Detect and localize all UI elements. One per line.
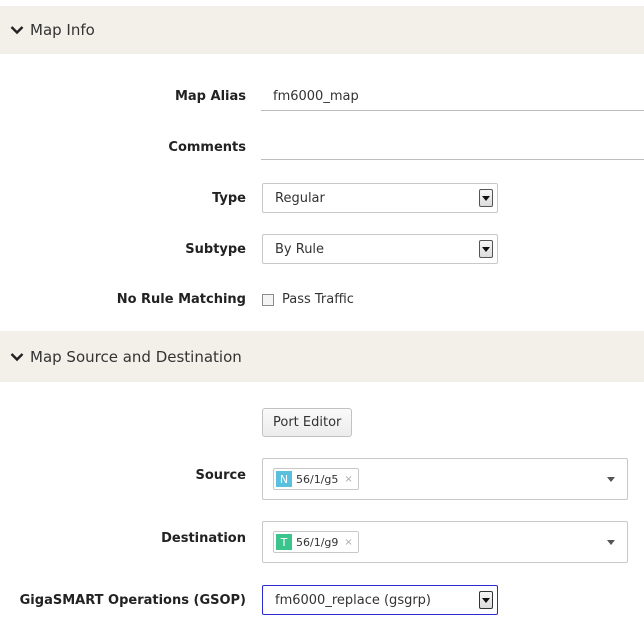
port-type-badge: T [276, 534, 292, 550]
section-title: Map Source and Destination [30, 347, 242, 366]
destination-select[interactable]: T 56/1/g9 × [262, 521, 628, 563]
dropdown-arrow-icon[interactable] [479, 189, 493, 207]
source-select[interactable]: N 56/1/g5 × [262, 458, 628, 500]
remove-tag-icon[interactable]: × [344, 537, 352, 548]
destination-tag: T 56/1/g9 × [273, 531, 359, 553]
destination-label: Destination [161, 531, 246, 546]
port-type-badge: N [276, 471, 292, 487]
subtype-select[interactable]: By Rule [262, 234, 498, 264]
source-tag-label: 56/1/g5 [296, 472, 339, 486]
gsop-select[interactable]: fm6000_replace (gsgrp) [262, 585, 498, 615]
type-select[interactable]: Regular [262, 183, 498, 213]
remove-tag-icon[interactable]: × [344, 474, 352, 485]
no-rule-matching-label: No Rule Matching [116, 292, 246, 307]
chevron-down-icon[interactable] [607, 540, 615, 545]
dropdown-arrow-icon[interactable] [479, 591, 493, 609]
type-selected-value: Regular [275, 190, 325, 206]
pass-traffic-label: Pass Traffic [282, 292, 354, 307]
comments-label: Comments [168, 140, 246, 155]
section-title: Map Info [30, 21, 95, 39]
chevron-down-icon [10, 23, 24, 37]
dropdown-arrow-icon[interactable] [479, 240, 493, 258]
map-alias-value: fm6000_map [273, 89, 359, 104]
gsop-selected-value: fm6000_replace (gsgrp) [275, 592, 432, 608]
type-label: Type [212, 191, 246, 206]
pass-traffic-option[interactable]: Pass Traffic [262, 292, 354, 307]
section-header-map-source-destination[interactable]: Map Source and Destination [0, 331, 644, 382]
subtype-label: Subtype [185, 242, 246, 257]
chevron-down-icon [10, 350, 24, 364]
gsop-label: GigaSMART Operations (GSOP) [19, 593, 246, 608]
map-alias-label: Map Alias [174, 89, 246, 104]
chevron-down-icon[interactable] [607, 477, 615, 482]
destination-tag-label: 56/1/g9 [296, 535, 339, 549]
comments-input[interactable] [261, 132, 644, 160]
port-editor-button[interactable]: Port Editor [262, 408, 353, 437]
section-header-map-info[interactable]: Map Info [0, 6, 644, 54]
source-label: Source [195, 468, 246, 483]
pass-traffic-checkbox[interactable] [262, 293, 274, 306]
source-tag: N 56/1/g5 × [273, 468, 359, 490]
map-alias-input[interactable]: fm6000_map [261, 83, 644, 111]
subtype-selected-value: By Rule [275, 241, 325, 257]
